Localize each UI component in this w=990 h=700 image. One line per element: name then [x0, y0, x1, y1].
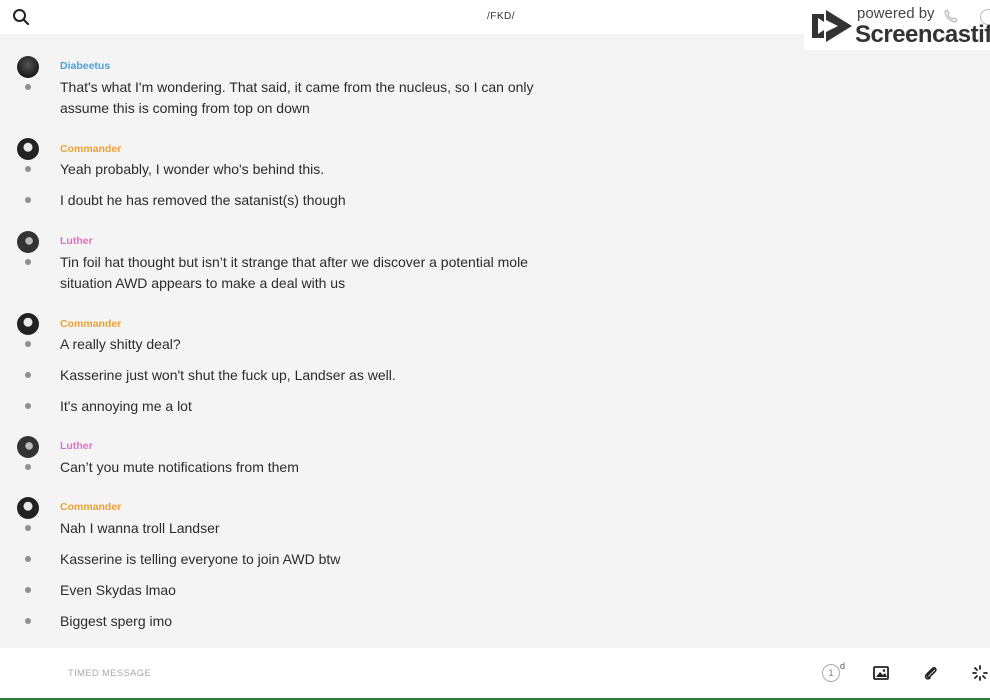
author-name[interactable]: Commander	[60, 501, 121, 513]
author-name[interactable]: Commander	[60, 143, 121, 155]
message-text: Can’t you mute notifications from them	[60, 459, 299, 475]
avatar[interactable]	[17, 313, 39, 335]
message-list: Diabeetus That's what I'm wondering. Tha…	[0, 34, 990, 648]
author-name[interactable]: Luther	[60, 440, 93, 452]
message-dot-icon	[25, 166, 31, 172]
avatar[interactable]	[17, 497, 39, 519]
avatar[interactable]	[17, 138, 39, 160]
message-text: Biggest sperg imo	[60, 613, 173, 629]
message-dot-icon	[25, 587, 31, 593]
info-icon[interactable]	[980, 9, 990, 25]
message-text: Tin foil hat thought but isn’t it strang…	[60, 254, 528, 291]
image-icon[interactable]	[872, 664, 892, 684]
message-dot-icon	[25, 556, 31, 562]
message-dot-icon	[25, 341, 31, 347]
message-text: It's annoying me a lot	[60, 398, 192, 414]
watermark-powered-text: powered by	[857, 5, 935, 22]
message-dot-icon	[25, 84, 31, 90]
message-dot-icon	[25, 197, 31, 203]
message-dot-icon	[25, 464, 31, 470]
message-text: I doubt he has removed the satanist(s) t…	[60, 192, 346, 208]
message-dot-icon	[25, 372, 31, 378]
phone-icon[interactable]	[944, 9, 958, 28]
avatar[interactable]	[17, 56, 39, 78]
author-name[interactable]: Commander	[60, 318, 121, 330]
avatar[interactable]	[17, 231, 39, 253]
avatar[interactable]	[17, 436, 39, 458]
message-dot-icon	[25, 403, 31, 409]
message-text: Nah I wanna troll Landser	[60, 520, 220, 536]
message-dot-icon	[25, 618, 31, 624]
message-dot-icon	[25, 259, 31, 265]
message-text: Even Skydas lmao	[60, 582, 176, 598]
author-name[interactable]: Diabeetus	[60, 60, 110, 72]
message-text: That's what I'm wondering. That said, it…	[60, 79, 534, 116]
timer-unit-label: d	[840, 661, 846, 671]
message-text: A really shitty deal?	[60, 336, 181, 352]
message-text: Kasserine is telling everyone to join AW…	[60, 551, 341, 567]
message-dot-icon	[25, 525, 31, 531]
timer-button[interactable]: 1	[822, 664, 840, 682]
author-name[interactable]: Luther	[60, 235, 93, 247]
attachment-icon[interactable]	[922, 664, 942, 684]
message-input[interactable]: TIMED MESSAGE	[68, 668, 151, 679]
message-text: Yeah probably, I wonder who's behind thi…	[60, 161, 325, 177]
message-text: Kasserine just won't shut the fuck up, L…	[60, 367, 396, 383]
composer-bar: TIMED MESSAGE 1 d	[0, 648, 990, 700]
loading-spinner-icon[interactable]	[971, 664, 990, 684]
